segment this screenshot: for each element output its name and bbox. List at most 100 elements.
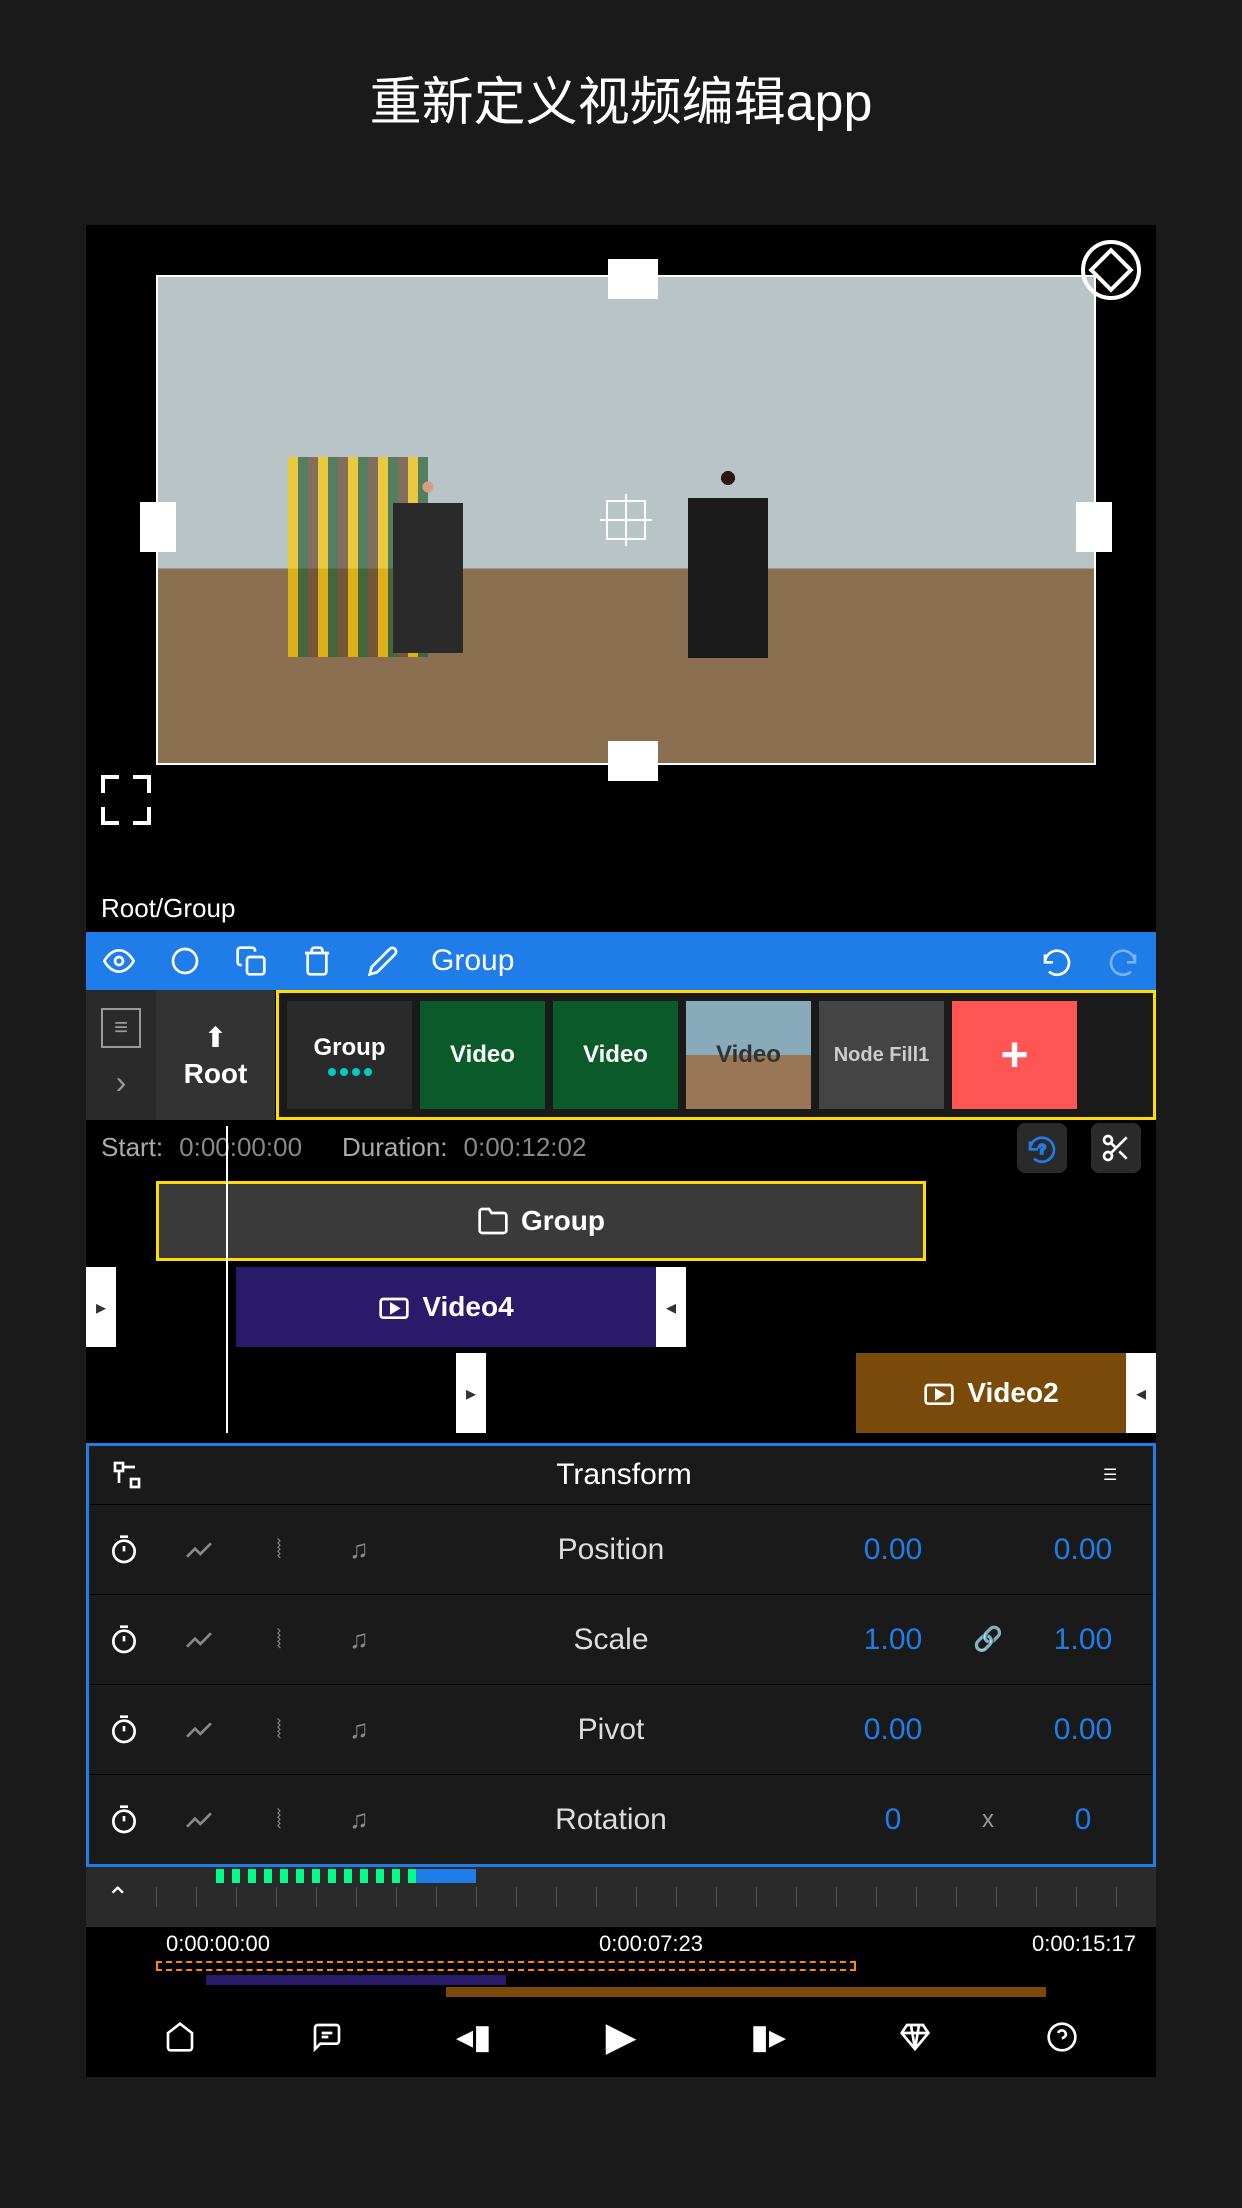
clip-video4[interactable]: Video4 <box>236 1267 656 1347</box>
transform-value-1[interactable]: 0 <box>823 1803 963 1837</box>
page-title: 重新定义视频编辑app <box>0 0 1242 225</box>
canvas-frame[interactable] <box>156 275 1096 765</box>
trash-icon[interactable] <box>299 943 335 979</box>
transform-label: Position <box>399 1533 823 1567</box>
clip-handle-left-2[interactable]: ▸ <box>456 1353 486 1433</box>
music-icon[interactable]: ♫ <box>319 1714 399 1745</box>
stopwatch-icon[interactable] <box>89 1624 159 1656</box>
transform-value-2[interactable]: 0 <box>1013 1803 1153 1837</box>
transform-node-icon[interactable] <box>109 1457 145 1493</box>
graph-icon[interactable] <box>159 1624 239 1656</box>
redo-icon[interactable] <box>1105 943 1141 979</box>
node-group[interactable]: Group <box>287 1001 412 1109</box>
transform-label: Rotation <box>399 1803 823 1837</box>
start-value[interactable]: 0:00:00:00 <box>179 1132 302 1163</box>
music-icon[interactable]: ♫ <box>319 1534 399 1565</box>
home-icon[interactable] <box>155 2012 205 2062</box>
toolbar: Group <box>86 932 1156 990</box>
wiggle-icon[interactable]: ⦚ <box>239 1804 319 1836</box>
graph-icon[interactable] <box>159 1714 239 1746</box>
clip-group[interactable]: Group <box>156 1181 926 1261</box>
transform-header: Transform ☰ <box>89 1446 1153 1504</box>
ruler[interactable]: ⌃ <box>86 1867 1156 1927</box>
preview-area[interactable] <box>86 225 1156 885</box>
wiggle-icon[interactable]: ⦚ <box>239 1624 319 1656</box>
wiggle-icon[interactable]: ⦚ <box>239 1534 319 1566</box>
timing-row: Start: 0:00:00:00 Duration: 0:00:12:02 ? <box>86 1120 1156 1175</box>
resize-handle-right[interactable] <box>1076 502 1112 552</box>
music-icon[interactable]: ♫ <box>319 1624 399 1655</box>
play-icon[interactable]: ▶ <box>596 2012 646 2062</box>
graph-icon[interactable] <box>159 1804 239 1836</box>
transform-value-1[interactable]: 0.00 <box>823 1713 963 1747</box>
transform-value-2[interactable]: 0.00 <box>1013 1713 1153 1747</box>
playhead[interactable] <box>226 1126 228 1433</box>
graph-icon[interactable] <box>159 1534 239 1566</box>
transform-value-1[interactable]: 0.00 <box>823 1533 963 1567</box>
wiggle-icon[interactable]: ⦚ <box>239 1714 319 1746</box>
visibility-icon[interactable] <box>101 943 137 979</box>
resize-handle-left[interactable] <box>140 502 176 552</box>
timeline-area: Group ▸ Video4 ◂ ▸ Video2 ◂ <box>86 1181 1156 1433</box>
transform-panel: Transform ☰ ⦚♫Position0.000.00⦚♫Scale1.0… <box>86 1443 1156 1867</box>
bottom-nav: ◂▮ ▶ ▮▸ <box>86 1997 1156 2077</box>
transform-row-pivot: ⦚♫Pivot0.000.00 <box>89 1684 1153 1774</box>
center-anchor-icon[interactable] <box>606 500 646 540</box>
stopwatch-icon[interactable] <box>89 1804 159 1836</box>
start-label: Start: <box>101 1132 163 1163</box>
list-icon[interactable]: ≡ <box>101 1008 141 1048</box>
clip-video2[interactable]: Video2 <box>856 1353 1126 1433</box>
root-node[interactable]: ⬆ Root <box>156 990 276 1120</box>
video-icon <box>923 1377 955 1409</box>
transform-title: Transform <box>145 1458 1103 1492</box>
collapse-icon[interactable]: ⌃ <box>106 1881 129 1914</box>
clip-handle-left[interactable]: ▸ <box>86 1267 116 1347</box>
rotate-icon[interactable] <box>1081 240 1141 300</box>
stopwatch-icon[interactable] <box>89 1714 159 1746</box>
ruler-bars <box>156 1961 1156 1997</box>
link-icon[interactable]: 🔗 <box>963 1625 1013 1654</box>
duration-label: Duration: <box>342 1132 448 1163</box>
node-video-3[interactable]: Video <box>686 1001 811 1109</box>
toolbar-group-label: Group <box>431 944 1009 978</box>
circle-icon[interactable] <box>167 943 203 979</box>
undo-icon[interactable] <box>1039 943 1075 979</box>
chevron-right-icon[interactable]: › <box>101 1063 141 1103</box>
clip-handle-right[interactable]: ◂ <box>656 1267 686 1347</box>
transform-value-2[interactable]: 0.00 <box>1013 1533 1153 1567</box>
transform-value-1[interactable]: 1.00 <box>823 1623 963 1657</box>
transform-value-2[interactable]: 1.00 <box>1013 1623 1153 1657</box>
music-icon[interactable]: ♫ <box>319 1804 399 1835</box>
comment-icon[interactable] <box>302 2012 352 2062</box>
link-icon[interactable]: x <box>963 1806 1013 1834</box>
diamond-icon[interactable] <box>890 2012 940 2062</box>
scissors-icon[interactable] <box>1091 1123 1141 1173</box>
node-fill[interactable]: Node Fill1 <box>819 1001 944 1109</box>
resize-handle-top[interactable] <box>608 259 658 299</box>
fullscreen-icon[interactable] <box>101 775 151 825</box>
person-figure-2 <box>638 428 818 728</box>
ruler-t1: 0:00:00:00 <box>166 1931 270 1957</box>
svg-text:?: ? <box>1038 1141 1045 1156</box>
clip-video2-label: Video2 <box>967 1377 1058 1409</box>
transform-row-rotation: ⦚♫Rotation0x0 <box>89 1774 1153 1864</box>
transform-label: Pivot <box>399 1713 823 1747</box>
clip-handle-right-2[interactable]: ◂ <box>1126 1353 1156 1433</box>
step-back-icon[interactable]: ◂▮ <box>449 2012 499 2062</box>
breadcrumb[interactable]: Root/Group <box>86 885 1156 932</box>
help-circle-icon[interactable] <box>1037 2012 1087 2062</box>
node-video-1[interactable]: Video <box>420 1001 545 1109</box>
edit-icon[interactable] <box>365 943 401 979</box>
add-node-button[interactable]: + <box>952 1001 1077 1109</box>
ruler-times: 0:00:00:00 0:00:07:23 0:00:15:17 <box>86 1927 1156 1961</box>
duration-value[interactable]: 0:00:12:02 <box>464 1132 587 1163</box>
video-icon <box>378 1291 410 1323</box>
node-video-2[interactable]: Video <box>553 1001 678 1109</box>
stopwatch-icon[interactable] <box>89 1534 159 1566</box>
resize-handle-bottom[interactable] <box>608 741 658 781</box>
help-icon[interactable]: ? <box>1017 1123 1067 1173</box>
step-forward-icon[interactable]: ▮▸ <box>743 2012 793 2062</box>
menu-icon[interactable]: ☰ <box>1103 1465 1133 1485</box>
copy-icon[interactable] <box>233 943 269 979</box>
folder-icon <box>477 1205 509 1237</box>
